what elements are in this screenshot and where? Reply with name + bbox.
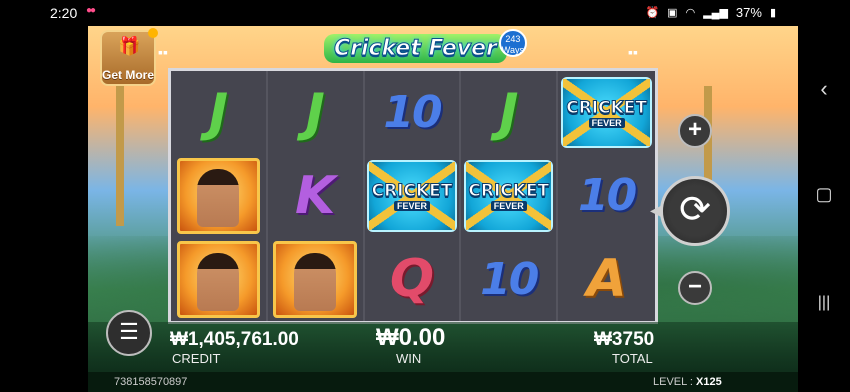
card-symbol: 10 (383, 87, 442, 139)
notification-dot (148, 28, 158, 38)
player-portrait (197, 252, 240, 311)
clock: 2:20 (50, 5, 78, 21)
alarm-icon: ⏰ (645, 7, 660, 19)
battery-saver-icon: ▣ (667, 7, 678, 19)
ways-badge: 243 Ways (498, 29, 527, 57)
level-value: X125 (696, 376, 722, 388)
card-symbol: 10 (577, 170, 637, 222)
player-portrait (197, 169, 240, 228)
wild-text-line1: CRICKET (371, 180, 453, 201)
card-symbol: J (499, 82, 519, 143)
total-label: TOTAL (612, 351, 653, 366)
wild-symbol: CRICKET FEVER (561, 76, 653, 149)
win-value: ₩0.00 (376, 324, 446, 351)
credit-value: ₩1,405,761.00 (170, 329, 299, 350)
player-symbol (176, 157, 261, 235)
reel-cell: 10 (364, 71, 462, 155)
get-more-label: Get More (102, 68, 155, 82)
back-button[interactable]: ‹ (812, 76, 836, 102)
reel-cell: A (558, 237, 655, 321)
card-symbol: A (586, 249, 627, 310)
get-more-button[interactable]: 🎁 Get More (100, 28, 158, 86)
notification-icons: ●● (86, 5, 96, 16)
reel-cell (267, 237, 365, 321)
reel-cell: Q (364, 237, 462, 321)
reel-cell: K (267, 154, 365, 238)
reel-grid: J J 10 J CRICKET FEVER K CRICKET FEVER CRICKET FEV… (168, 68, 658, 324)
reel-cell (171, 237, 268, 321)
navigation-bar: ‹ ▢ ||| (798, 26, 850, 392)
status-icons: ⏰ ▣ ◠ ▂▄▆ 37% ▮ (645, 5, 776, 20)
reel-cell: J (267, 71, 365, 155)
wild-symbol: CRICKET FEVER (367, 160, 457, 232)
reel-cell (171, 154, 268, 238)
floodlight-icon: ▪▪ (628, 44, 638, 60)
reel-cell: J (461, 71, 559, 155)
game-title: Cricket Fever (324, 33, 507, 63)
wild-text-line1: CRICKET (566, 97, 648, 118)
game-logo: Cricket Fever 243 Ways (324, 28, 527, 68)
gift-icon: 🎁 (118, 36, 141, 56)
level-label: LEVEL : (653, 376, 693, 388)
wild-text-line2: FEVER (588, 117, 625, 128)
card-symbol: K (295, 165, 336, 226)
reel-cell: CRICKET FEVER (364, 154, 462, 238)
reel-cell: J (171, 71, 268, 155)
game-screen: ▪▪ ▪▪ 🎁 Get More Cricket Fever 243 Ways … (88, 26, 798, 392)
reel-cell: 10 (558, 154, 655, 238)
light-tower-left (116, 86, 124, 226)
win-label: WIN (396, 351, 422, 366)
credit-label: CREDIT (172, 351, 221, 366)
status-bar: 2:20 ●● ⏰ ▣ ◠ ▂▄▆ 37% ▮ (0, 0, 850, 26)
wild-symbol: CRICKET FEVER (464, 160, 554, 232)
player-portrait (294, 252, 337, 311)
reel-cell: CRICKET FEVER (558, 71, 655, 155)
battery-icon: ▮ (769, 7, 776, 19)
card-symbol: J (208, 82, 229, 143)
increase-bet-button[interactable]: + (678, 114, 712, 148)
spin-button[interactable]: ⟳ (660, 176, 730, 246)
player-symbol (176, 240, 261, 318)
wild-text-line2: FEVER (393, 200, 430, 211)
level-indicator: LEVEL : X125 (653, 376, 722, 388)
wild-text-line1: CRICKET (468, 180, 550, 201)
card-symbol: 10 (480, 253, 539, 305)
signal-icon: ▂▄▆ (703, 7, 728, 19)
player-symbol (273, 240, 357, 318)
menu-button[interactable]: ☰ (106, 310, 152, 356)
floodlight-icon: ▪▪ (158, 44, 168, 60)
card-symbol: J (305, 82, 325, 143)
wifi-icon: ◠ (685, 7, 696, 19)
battery-percent: 37% (735, 5, 762, 20)
home-button[interactable]: ▢ (812, 184, 836, 205)
wild-text-line2: FEVER (490, 200, 527, 211)
recents-button[interactable]: ||| (812, 294, 836, 312)
decrease-bet-button[interactable]: − (678, 271, 712, 305)
reel-cell: CRICKET FEVER (461, 154, 559, 238)
card-symbol: Q (389, 249, 435, 310)
round-id: 738158570897 (114, 376, 188, 388)
reel-cell: 10 (461, 237, 559, 321)
total-value: ₩3750 (594, 329, 655, 350)
